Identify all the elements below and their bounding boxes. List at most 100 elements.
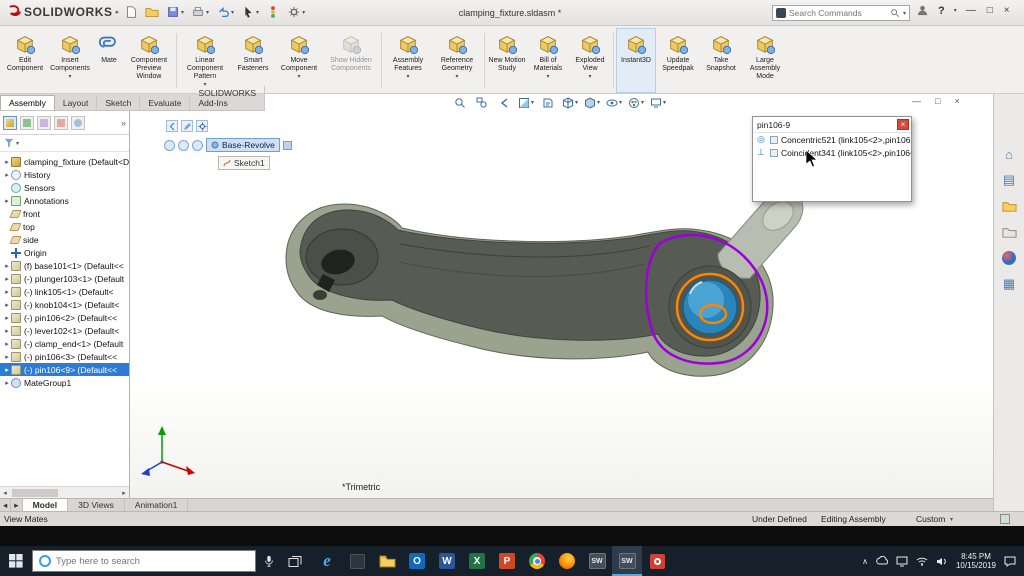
ribbon-button-new-motion-study[interactable]: New Motion Study <box>487 28 527 93</box>
tree-item-base101[interactable]: ▸(f) base101<1> (Default<< <box>0 259 129 272</box>
tree-item-pin106-9-selected[interactable]: ▸(-) pin106<9> (Default<< <box>0 363 129 376</box>
tree-item-pin106-3[interactable]: ▸(-) pin106<3> (Default<< <box>0 350 129 363</box>
tab-layout[interactable]: Layout <box>55 96 98 110</box>
tab-evaluate[interactable]: Evaluate <box>140 96 190 110</box>
chevron-down-icon[interactable]: ▾ <box>903 10 906 17</box>
microphone-button[interactable] <box>256 546 282 576</box>
edit-feature-icon[interactable] <box>181 120 193 132</box>
gray-pin-shaft[interactable] <box>718 193 803 279</box>
feature-tree-tab[interactable] <box>3 116 17 130</box>
chevron-down-icon[interactable]: ▾ <box>641 99 644 106</box>
hide-show-items-button[interactable]: ▾ <box>604 95 624 110</box>
tab-assembly[interactable]: Assembly <box>0 95 55 110</box>
chevron-down-icon[interactable]: ▾ <box>575 99 578 106</box>
expand-arrow-icon[interactable]: ▸ <box>3 340 11 348</box>
scrollbar-thumb[interactable] <box>12 489 58 497</box>
ribbon-button-take-snapshot[interactable]: Take Snapshot <box>700 28 742 93</box>
tree-item-annotations[interactable]: ▸Annotations <box>0 194 129 207</box>
user-account-icon[interactable] <box>916 4 929 17</box>
ribbon-button-move-component[interactable]: Move Component▾ <box>275 28 323 93</box>
chevron-down-icon[interactable]: ▾ <box>950 516 953 523</box>
chevron-down-icon[interactable]: ▾ <box>663 99 666 106</box>
taskbar-app-firefox[interactable] <box>552 546 582 576</box>
chevron-down-icon[interactable]: ▾ <box>181 9 184 16</box>
doc-close-button[interactable]: × <box>954 96 959 106</box>
chevron-down-icon[interactable]: ▾ <box>597 99 600 106</box>
taskbar-search-input[interactable] <box>56 556 249 567</box>
volume-icon[interactable] <box>936 555 948 567</box>
taskbar-app-chrome[interactable] <box>522 546 552 576</box>
expand-arrow-icon[interactable]: ▸ <box>3 314 11 322</box>
maximize-button[interactable]: □ <box>987 5 993 16</box>
display-tray-icon[interactable] <box>896 555 908 567</box>
taskbar-app-store[interactable] <box>342 546 372 576</box>
tab-scroll-right-icon[interactable]: ▸ <box>11 499 22 511</box>
view-orientation-button[interactable]: ▾ <box>560 95 580 110</box>
chevron-down-icon[interactable]: ▾ <box>588 73 591 80</box>
chevron-down-icon[interactable]: ▾ <box>231 9 234 16</box>
breadcrumb-node-icon[interactable] <box>192 140 203 151</box>
home-tab[interactable]: ⌂ <box>999 144 1019 164</box>
tree-item-side-plane[interactable]: side <box>0 233 129 246</box>
chevron-down-icon[interactable]: ▾ <box>256 9 259 16</box>
search-icon[interactable] <box>890 8 900 18</box>
start-button[interactable] <box>0 546 32 576</box>
tree-item-lever102[interactable]: ▸(-) lever102<1> (Default< <box>0 324 129 337</box>
tree-item-origin[interactable]: Origin <box>0 246 129 259</box>
status-toggle-icon[interactable] <box>1000 514 1010 524</box>
scroll-right-icon[interactable]: ▸ <box>119 489 129 497</box>
chevron-down-icon[interactable]: ▾ <box>406 73 409 80</box>
chevron-down-icon[interactable]: ▾ <box>954 7 957 14</box>
display-style-button[interactable]: ▾ <box>582 95 602 110</box>
tab-model[interactable]: Model <box>23 499 69 511</box>
display-manager-tab[interactable] <box>71 116 85 130</box>
taskbar-app-outlook[interactable]: O <box>402 546 432 576</box>
rebuild-button[interactable] <box>266 5 280 19</box>
tree-item-mategroup1[interactable]: ▸MateGroup1 <box>0 376 129 389</box>
scroll-left-icon[interactable]: ◂ <box>0 489 10 497</box>
taskbar-clock[interactable]: 8:45 PM 10/15/2019 <box>956 552 996 571</box>
tab-animation1[interactable]: Animation1 <box>125 499 189 511</box>
mate-list-item[interactable]: ⊥ Coincident341 (link105<2>,pin106<9 <box>753 146 911 159</box>
expand-arrow-icon[interactable]: ▸ <box>3 353 11 361</box>
section-view-button[interactable]: ▾ <box>516 95 536 110</box>
select-button[interactable]: ▾ <box>241 5 259 19</box>
open-button[interactable] <box>145 5 159 19</box>
tree-item-plunger103[interactable]: ▸(-) plunger103<1> (Default <box>0 272 129 285</box>
ribbon-button-large-assembly-mode[interactable]: Large Assembly Mode <box>742 28 788 93</box>
tab-overflow-icon[interactable]: » <box>121 118 126 128</box>
taskbar-search[interactable] <box>32 550 256 572</box>
ribbon-button-exploded-view[interactable]: Exploded View▾ <box>569 28 611 93</box>
undo-button[interactable]: ▾ <box>216 5 234 19</box>
back-arrow-icon[interactable] <box>166 120 178 132</box>
property-manager-tab[interactable] <box>20 116 34 130</box>
expand-arrow-icon[interactable]: ▸ <box>3 327 11 335</box>
previous-view-button[interactable] <box>494 95 514 110</box>
search-input[interactable] <box>789 8 887 18</box>
taskbar-app-excel[interactable]: X <box>462 546 492 576</box>
tab-3d-views[interactable]: 3D Views <box>68 499 125 511</box>
taskbar-app-solidworks-active[interactable]: SW <box>612 546 642 576</box>
ribbon-button-reference-geometry[interactable]: Reference Geometry▾ <box>432 28 482 93</box>
chevron-down-icon[interactable]: ▾ <box>619 99 622 106</box>
chevron-down-icon[interactable]: ▾ <box>297 73 300 80</box>
tree-item-link105[interactable]: ▸(-) link105<1> (Default< <box>0 285 129 298</box>
tab-sketch[interactable]: Sketch <box>97 96 140 110</box>
expand-arrow-icon[interactable]: ▸ <box>3 262 11 270</box>
view-settings-button[interactable]: ▾ <box>648 95 668 110</box>
dynamic-annotation-views-button[interactable] <box>538 95 558 110</box>
ribbon-button-component-preview-window[interactable]: Component Preview Window <box>124 28 174 93</box>
ribbon-button-mate[interactable]: Mate <box>94 28 124 93</box>
ribbon-button-update-speedpak[interactable]: Update Speedpak <box>656 28 700 93</box>
expand-arrow-icon[interactable]: ▸ <box>3 158 11 166</box>
ribbon-button-insert-components[interactable]: Insert Components▾ <box>46 28 94 93</box>
minimize-button[interactable]: — <box>966 5 976 16</box>
tree-item-history[interactable]: ▸History <box>0 168 129 181</box>
expand-arrow-icon[interactable]: ▸ <box>3 197 11 205</box>
save-button[interactable]: ▾ <box>166 5 184 19</box>
taskbar-app-edge[interactable]: e <box>312 546 342 576</box>
file-explorer-tab[interactable] <box>999 222 1019 242</box>
tree-item-knob104[interactable]: ▸(-) knob104<1> (Default< <box>0 298 129 311</box>
chevron-down-icon[interactable]: ▾ <box>302 9 305 16</box>
chevron-down-icon[interactable]: ▾ <box>546 73 549 80</box>
